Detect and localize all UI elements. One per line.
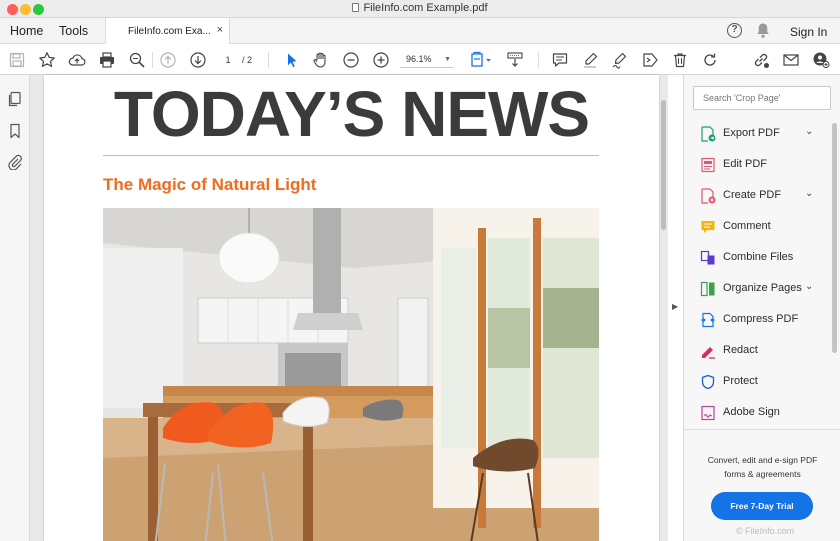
page-thumbnails-icon[interactable] <box>7 91 23 107</box>
tool-label: Organize Pages <box>723 282 802 294</box>
toolbar-divider <box>152 52 153 68</box>
next-page-icon[interactable] <box>189 51 207 69</box>
tool-edit-pdf[interactable]: Edit PDF <box>684 149 832 180</box>
page-count: / 2 <box>242 55 253 65</box>
tool-label: Adobe Sign <box>723 406 780 418</box>
notifications-bell-icon[interactable] <box>755 22 771 39</box>
tool-comment[interactable]: Comment <box>684 211 832 242</box>
tools-pane-divider <box>684 429 840 430</box>
organize-tag-icon[interactable] <box>641 51 659 69</box>
promo-text: Convert, edit and e-sign PDF forms & agr… <box>684 453 840 481</box>
close-tab-icon[interactable]: × <box>217 24 223 36</box>
window-title: FileInfo.com Example.pdf <box>0 2 840 14</box>
document-tab[interactable]: FileInfo.com Exa... × <box>105 18 230 44</box>
tool-combine-files[interactable]: Combine Files <box>684 242 832 273</box>
kitchen-photo <box>103 208 599 541</box>
tools-pane-scrollbar[interactable] <box>832 123 837 353</box>
chevron-down-icon[interactable]: ⌄ <box>805 126 813 137</box>
save-icon[interactable] <box>8 51 26 69</box>
pdf-page: TODAY’S NEWS The Magic of Natural Light <box>44 75 659 541</box>
tools-list: Export PDF ⌄ Edit PDF Create PDF ⌄ Comme… <box>684 118 832 428</box>
free-trial-button[interactable]: Free 7-Day Trial <box>711 492 813 520</box>
tool-label: Redact <box>723 344 758 356</box>
share-link-icon[interactable] <box>752 51 770 69</box>
tool-label: Create PDF <box>723 189 782 201</box>
page-number-input[interactable]: 1 <box>218 52 238 68</box>
promo-line-1: Convert, edit and e-sign PDF <box>707 455 818 465</box>
toolbar-divider <box>268 52 269 68</box>
tool-protect[interactable]: Protect <box>684 366 832 397</box>
document-scrollbar[interactable] <box>661 100 666 230</box>
bookmark-star-icon[interactable] <box>38 51 56 69</box>
tool-label: Protect <box>723 375 758 387</box>
home-tab[interactable]: Home <box>10 24 43 38</box>
zoom-level-value: 96.1% <box>406 54 432 64</box>
find-text-icon[interactable] <box>128 51 146 69</box>
upload-cloud-icon[interactable] <box>68 51 86 69</box>
toolbar-divider <box>538 52 539 68</box>
window-title-text: FileInfo.com Example.pdf <box>363 2 488 14</box>
tool-compress-pdf[interactable]: Compress PDF <box>684 304 832 335</box>
protect-icon <box>700 374 716 390</box>
fill-sign-icon[interactable] <box>611 51 629 69</box>
adobe-sign-icon <box>700 405 716 421</box>
compress-pdf-icon <box>700 312 716 328</box>
chevron-down-icon: ▼ <box>444 56 451 63</box>
comment-icon[interactable] <box>551 51 569 69</box>
select-cursor-icon[interactable] <box>283 51 301 69</box>
add-user-icon[interactable] <box>812 51 830 69</box>
main-toolbar: 1 / 2 96.1% ▼ <box>0 44 840 75</box>
title-bar: FileInfo.com Example.pdf <box>0 0 840 18</box>
chevron-down-icon[interactable]: ⌄ <box>805 188 813 199</box>
zoom-level-select[interactable]: 96.1% ▼ <box>400 51 454 68</box>
watermark-text: © FileInfo.com <box>736 526 795 536</box>
previous-page-icon[interactable] <box>159 51 177 69</box>
newspaper-headline: TODAY’S NEWS <box>113 78 590 150</box>
document-view[interactable]: TODAY’S NEWS The Magic of Natural Light <box>30 75 668 541</box>
tool-label: Compress PDF <box>723 313 799 325</box>
tools-search-input[interactable] <box>693 86 831 110</box>
chevron-down-icon[interactable]: ⌄ <box>805 281 813 292</box>
headline-divider <box>103 155 599 156</box>
attachments-paperclip-icon[interactable] <box>7 154 23 171</box>
edit-pdf-icon <box>700 157 716 173</box>
collapse-right-pane-icon[interactable]: ▶ <box>672 302 678 311</box>
document-tab-label: FileInfo.com Exa... <box>128 26 211 37</box>
combine-files-icon <box>700 250 716 266</box>
tool-organize-pages[interactable]: Organize Pages ⌄ <box>684 273 832 304</box>
help-icon[interactable]: ? <box>727 23 742 38</box>
scroll-mode-icon[interactable] <box>506 51 524 69</box>
tool-label: Combine Files <box>723 251 794 263</box>
tools-tab[interactable]: Tools <box>59 24 88 38</box>
bookmarks-icon[interactable] <box>7 123 23 139</box>
rotate-icon[interactable] <box>701 51 719 69</box>
export-pdf-icon <box>700 126 716 142</box>
zoom-in-icon[interactable] <box>372 51 390 69</box>
tool-label: Comment <box>723 220 771 232</box>
email-icon[interactable] <box>782 51 800 69</box>
zoom-out-icon[interactable] <box>342 51 360 69</box>
create-pdf-icon <box>700 188 716 204</box>
delete-trash-icon[interactable] <box>671 51 689 69</box>
comment-icon <box>700 219 716 235</box>
article-heading: The Magic of Natural Light <box>103 175 317 194</box>
tool-label: Edit PDF <box>723 158 768 170</box>
sign-in-button[interactable]: Sign In <box>790 25 827 39</box>
print-icon[interactable] <box>98 51 116 69</box>
highlight-pen-icon[interactable] <box>581 51 599 69</box>
tool-label: Export PDF <box>723 127 780 139</box>
left-navigation-pane <box>0 75 30 541</box>
organize-pages-icon <box>700 281 716 297</box>
page-fit-icon[interactable] <box>470 51 494 69</box>
tool-create-pdf[interactable]: Create PDF ⌄ <box>684 180 832 211</box>
tool-adobe-sign[interactable]: Adobe Sign <box>684 397 832 428</box>
redact-icon <box>700 343 716 359</box>
promo-line-2: forms & agreements <box>724 469 801 479</box>
tab-bar: Home Tools FileInfo.com Exa... × ? Sign … <box>0 18 840 44</box>
tool-redact[interactable]: Redact <box>684 335 832 366</box>
document-icon <box>352 3 360 12</box>
tools-pane: Export PDF ⌄ Edit PDF Create PDF ⌄ Comme… <box>683 75 840 541</box>
hand-tool-icon[interactable] <box>312 51 330 69</box>
tool-export-pdf[interactable]: Export PDF ⌄ <box>684 118 832 149</box>
